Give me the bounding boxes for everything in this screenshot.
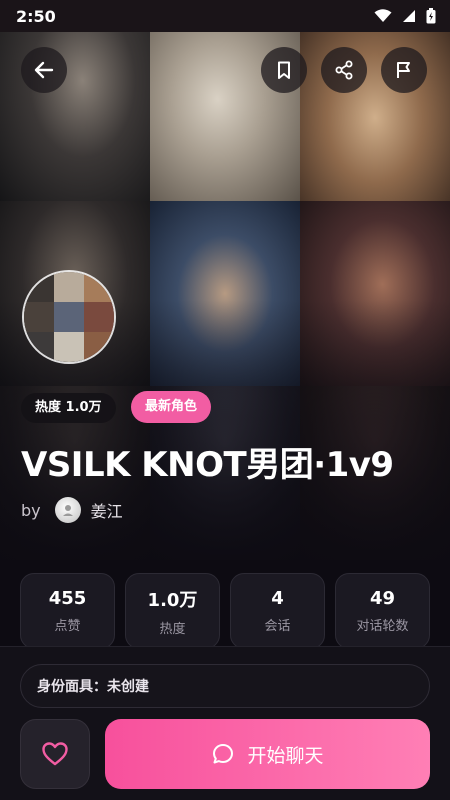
- character-avatar[interactable]: [22, 270, 116, 364]
- status-icons: [374, 8, 436, 24]
- battery-icon: [426, 8, 436, 24]
- cover-tile: [150, 16, 300, 201]
- stat-value: 4: [271, 588, 284, 609]
- cover-tile: [300, 16, 450, 201]
- stat-label: 热度: [159, 621, 186, 637]
- stats-row: 455 点赞 1.0万 热度 4 会话 49 对话轮数: [20, 573, 430, 649]
- character-title: VSILK KNOT男团·1v9: [21, 445, 394, 485]
- back-button[interactable]: [21, 47, 67, 93]
- avatar-tile: [54, 302, 84, 332]
- bookmark-button[interactable]: [261, 47, 307, 93]
- cover-tile: [0, 16, 150, 201]
- avatar-tile: [54, 332, 84, 362]
- chat-bubble-icon: [213, 744, 234, 764]
- arrow-left-icon: [34, 61, 54, 79]
- flag-icon: [397, 62, 410, 78]
- new-character-badge: 最新角色: [131, 391, 212, 423]
- stat-value: 455: [48, 588, 87, 609]
- bookmark-icon: [278, 61, 290, 79]
- like-button[interactable]: [20, 719, 90, 789]
- author-avatar[interactable]: [54, 497, 81, 523]
- start-chat-button[interactable]: 开始聊天: [105, 719, 430, 789]
- author-avatar-icon: [62, 505, 73, 516]
- status-time: 2:50: [16, 6, 56, 26]
- start-chat-label: 开始聊天: [247, 744, 324, 767]
- stat-card-sessions: 4 会话: [230, 573, 325, 649]
- heat-badge: 热度 1.0万: [21, 393, 116, 423]
- stat-value: 49: [369, 588, 396, 609]
- avatar-tile: [84, 302, 114, 332]
- stat-label: 会话: [264, 619, 291, 634]
- identity-mask-selector[interactable]: 身份面具：未创建: [20, 664, 430, 708]
- stat-label: 点赞: [54, 619, 81, 634]
- stat-card-likes: 455 点赞: [20, 573, 115, 649]
- stat-card-rounds: 49 对话轮数: [335, 573, 430, 649]
- report-button[interactable]: [381, 47, 427, 93]
- wifi-icon: [374, 9, 392, 22]
- by-label: by: [21, 500, 41, 520]
- stat-value: 1.0万: [147, 589, 198, 611]
- avatar-tile: [54, 272, 84, 302]
- stat-card-heat: 1.0万 热度: [125, 573, 220, 649]
- share-button[interactable]: [321, 47, 367, 93]
- heart-icon: [42, 742, 68, 766]
- share-icon: [335, 60, 353, 80]
- author-row[interactable]: by 姜江: [21, 497, 123, 523]
- stat-label: 对话轮数: [356, 619, 409, 634]
- author-name[interactable]: 姜江: [91, 498, 123, 522]
- signal-icon: [403, 10, 415, 22]
- bottom-action-panel: 身份面具：未创建 开始聊天: [0, 646, 450, 800]
- avatar-tile: [24, 302, 54, 332]
- status-bar: 2:50: [0, 0, 450, 32]
